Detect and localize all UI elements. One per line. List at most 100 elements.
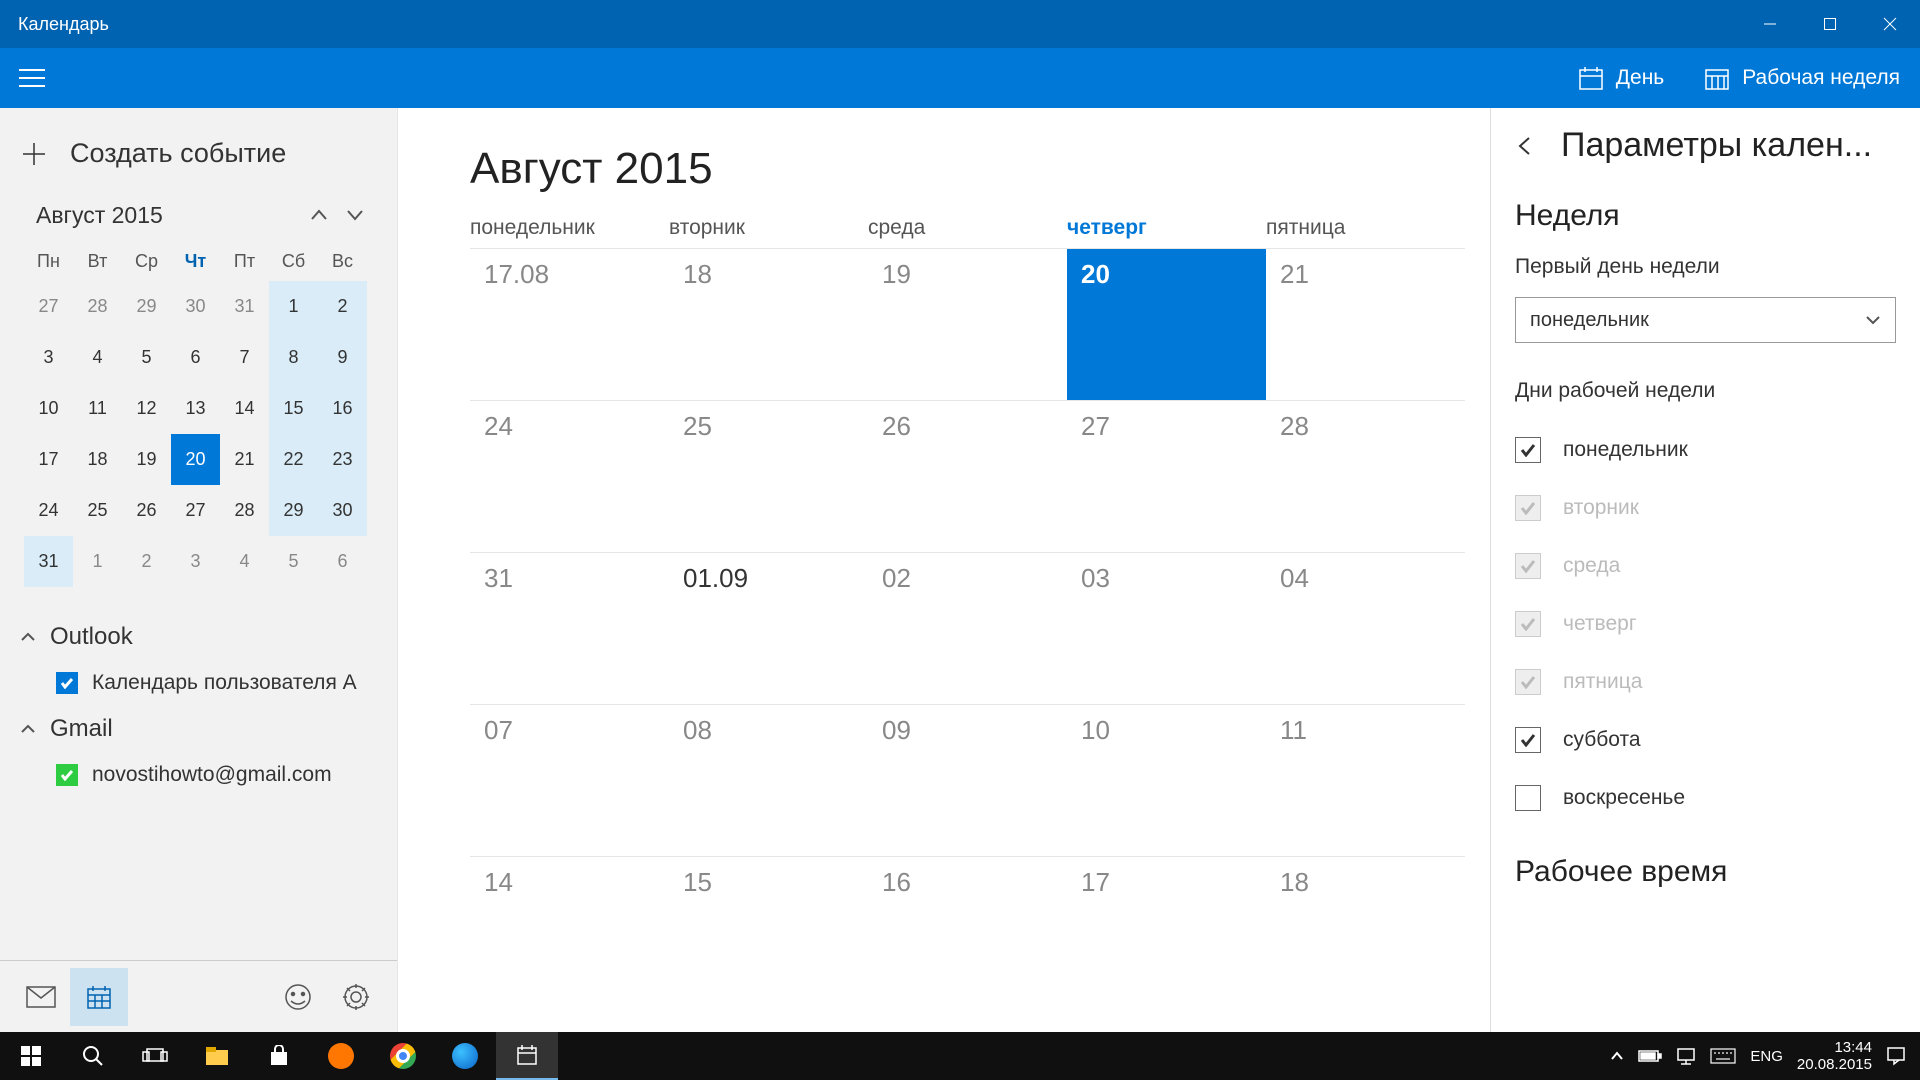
mini-day-cell[interactable]: 27 [171, 485, 220, 536]
mini-day-cell[interactable]: 9 [318, 332, 367, 383]
calendar-checkbox[interactable] [56, 764, 78, 786]
main-day-cell[interactable]: 18 [669, 248, 868, 400]
tray-overflow-icon[interactable] [1610, 1051, 1624, 1061]
network-icon[interactable] [1676, 1047, 1696, 1065]
mini-day-cell[interactable]: 31 [220, 281, 269, 332]
main-day-cell[interactable]: 28 [1266, 400, 1465, 552]
mini-day-cell[interactable]: 29 [269, 485, 318, 536]
main-day-cell[interactable]: 03 [1067, 552, 1266, 704]
mini-day-cell[interactable]: 5 [122, 332, 171, 383]
main-day-cell[interactable]: 19 [868, 248, 1067, 400]
search-button[interactable] [62, 1032, 124, 1080]
main-day-cell[interactable]: 02 [868, 552, 1067, 704]
account-header[interactable]: Outlook [20, 615, 377, 659]
workday-checkbox-row[interactable]: понедельник [1515, 421, 1896, 479]
main-day-cell[interactable]: 09 [868, 704, 1067, 856]
mini-day-cell[interactable]: 18 [73, 434, 122, 485]
main-day-cell[interactable]: 17.08 [470, 248, 669, 400]
mini-day-cell[interactable]: 28 [73, 281, 122, 332]
main-day-cell[interactable]: 24 [470, 400, 669, 552]
main-day-cell[interactable]: 10 [1067, 704, 1266, 856]
mini-day-cell[interactable]: 6 [318, 536, 367, 587]
mini-day-cell[interactable]: 16 [318, 383, 367, 434]
settings-back-button[interactable] [1515, 135, 1543, 157]
main-day-cell[interactable]: 11 [1266, 704, 1465, 856]
calendar-item[interactable]: novostihowto@gmail.com [20, 751, 377, 799]
taskbar-chrome[interactable] [372, 1032, 434, 1080]
view-day-button[interactable]: День [1558, 48, 1684, 108]
keyboard-icon[interactable] [1710, 1048, 1736, 1064]
feedback-button[interactable] [269, 968, 327, 1026]
mini-prev-button[interactable] [301, 197, 337, 233]
main-day-cell[interactable]: 26 [868, 400, 1067, 552]
window-maximize-button[interactable] [1800, 0, 1860, 48]
window-close-button[interactable] [1860, 0, 1920, 48]
first-day-select[interactable]: понедельник [1515, 297, 1896, 343]
mini-day-cell[interactable]: 13 [171, 383, 220, 434]
tray-clock[interactable]: 13:44 20.08.2015 [1797, 1039, 1872, 1074]
mini-day-cell[interactable]: 28 [220, 485, 269, 536]
main-day-cell[interactable]: 14 [470, 856, 669, 1008]
checkbox[interactable] [1515, 727, 1541, 753]
task-view-button[interactable] [124, 1032, 186, 1080]
mini-day-cell[interactable]: 2 [122, 536, 171, 587]
mini-day-cell[interactable]: 1 [73, 536, 122, 587]
create-event-button[interactable]: Создать событие [0, 108, 397, 193]
taskbar-calendar[interactable] [496, 1032, 558, 1080]
calendar-checkbox[interactable] [56, 672, 78, 694]
mini-day-cell[interactable]: 23 [318, 434, 367, 485]
mini-day-cell[interactable]: 21 [220, 434, 269, 485]
main-day-cell[interactable]: 01.09 [669, 552, 868, 704]
mini-day-cell[interactable]: 8 [269, 332, 318, 383]
mini-day-cell[interactable]: 26 [122, 485, 171, 536]
mini-day-cell[interactable]: 2 [318, 281, 367, 332]
calendar-app-button[interactable] [70, 968, 128, 1026]
main-day-cell[interactable]: 21 [1266, 248, 1465, 400]
main-day-cell[interactable]: 17 [1067, 856, 1266, 1008]
mini-day-cell[interactable]: 4 [220, 536, 269, 587]
main-day-cell[interactable]: 08 [669, 704, 868, 856]
main-day-cell[interactable]: 04 [1266, 552, 1465, 704]
taskbar-explorer[interactable] [186, 1032, 248, 1080]
checkbox[interactable] [1515, 437, 1541, 463]
taskbar-firefox[interactable] [310, 1032, 372, 1080]
mini-day-cell[interactable]: 6 [171, 332, 220, 383]
mini-next-button[interactable] [337, 197, 373, 233]
taskbar-store[interactable] [248, 1032, 310, 1080]
mini-day-cell[interactable]: 7 [220, 332, 269, 383]
main-day-cell[interactable]: 31 [470, 552, 669, 704]
mini-day-cell[interactable]: 27 [24, 281, 73, 332]
main-day-cell[interactable]: 20 [1067, 248, 1266, 400]
main-day-cell[interactable]: 07 [470, 704, 669, 856]
mini-day-cell[interactable]: 12 [122, 383, 171, 434]
mini-day-cell[interactable]: 29 [122, 281, 171, 332]
mini-day-cell[interactable]: 22 [269, 434, 318, 485]
battery-icon[interactable] [1638, 1049, 1662, 1063]
main-day-cell[interactable]: 18 [1266, 856, 1465, 1008]
mini-day-cell[interactable]: 31 [24, 536, 73, 587]
main-day-cell[interactable]: 15 [669, 856, 868, 1008]
mini-day-cell[interactable]: 5 [269, 536, 318, 587]
start-button[interactable] [0, 1032, 62, 1080]
mini-day-cell[interactable]: 24 [24, 485, 73, 536]
mini-day-cell[interactable]: 3 [171, 536, 220, 587]
mini-day-cell[interactable]: 1 [269, 281, 318, 332]
mini-day-cell[interactable]: 4 [73, 332, 122, 383]
action-center-icon[interactable] [1886, 1046, 1906, 1066]
mini-day-cell[interactable]: 30 [171, 281, 220, 332]
taskbar-edge[interactable] [434, 1032, 496, 1080]
mini-day-cell[interactable]: 19 [122, 434, 171, 485]
hamburger-button[interactable] [0, 48, 64, 108]
mail-app-button[interactable] [12, 968, 70, 1026]
view-workweek-button[interactable]: Рабочая неделя [1684, 48, 1920, 108]
calendar-item[interactable]: Календарь пользователя A [20, 659, 377, 707]
input-language[interactable]: ENG [1750, 1048, 1783, 1065]
account-header[interactable]: Gmail [20, 707, 377, 751]
mini-day-cell[interactable]: 25 [73, 485, 122, 536]
main-day-cell[interactable]: 25 [669, 400, 868, 552]
mini-day-cell[interactable]: 15 [269, 383, 318, 434]
mini-day-cell[interactable]: 10 [24, 383, 73, 434]
settings-button[interactable] [327, 968, 385, 1026]
mini-day-cell[interactable]: 11 [73, 383, 122, 434]
mini-day-cell[interactable]: 20 [171, 434, 220, 485]
